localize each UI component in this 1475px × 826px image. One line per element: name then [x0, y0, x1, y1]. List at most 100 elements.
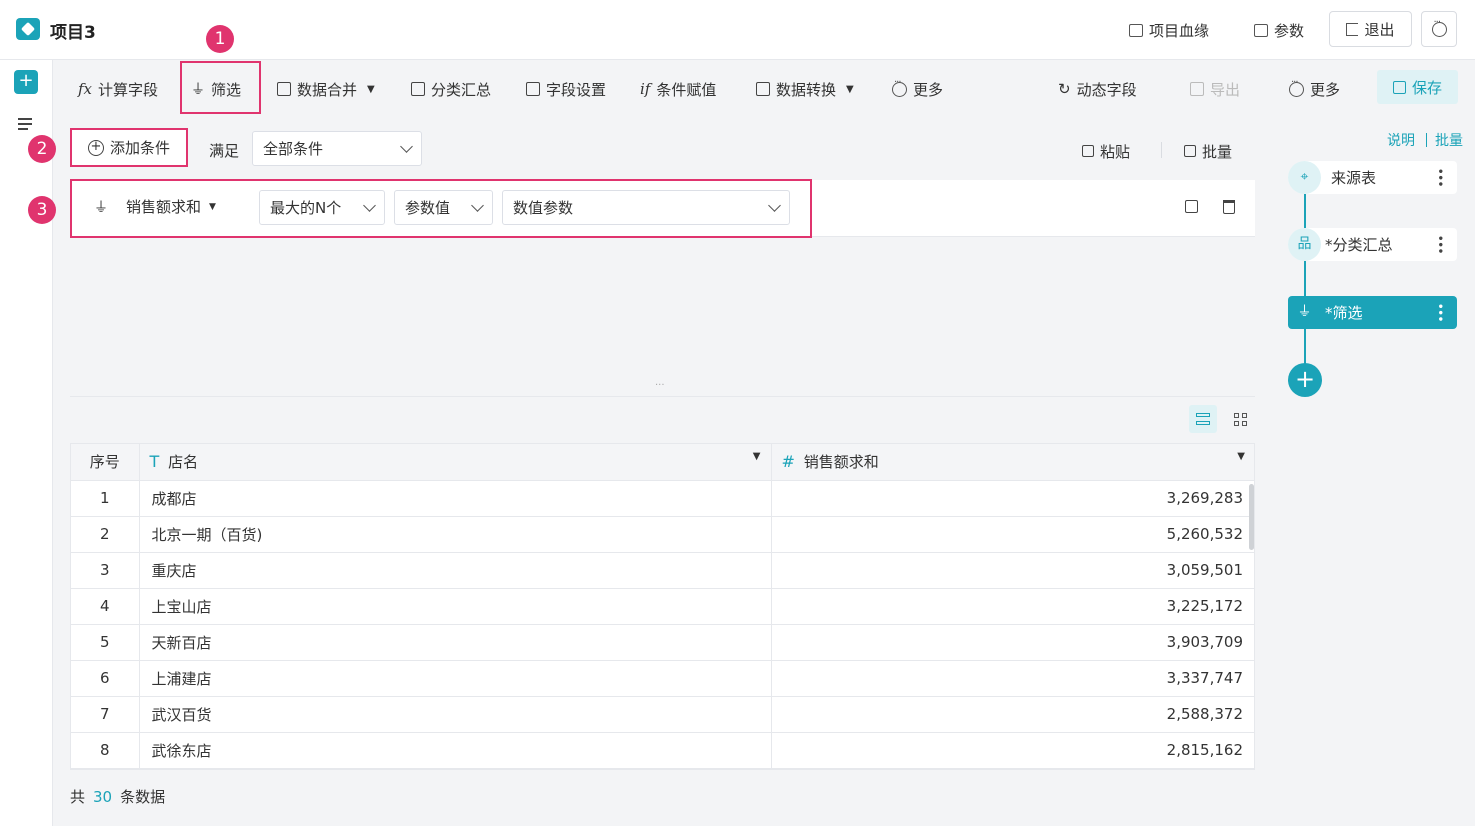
save-button[interactable]: 保存: [1377, 70, 1458, 104]
group-summary-button[interactable]: 分类汇总: [411, 78, 491, 100]
col-header-sales[interactable]: # 销售额求和 ▼: [771, 444, 1254, 481]
field-settings-button[interactable]: 字段设置: [526, 78, 606, 100]
grid-view-icon[interactable]: [1229, 405, 1253, 433]
table-row[interactable]: 7 武汉百货 2,588,372: [71, 696, 1254, 733]
transform-icon: [756, 82, 770, 96]
source-icon: ⌖: [1288, 161, 1321, 194]
data-table: 序号 T 店名 ▼ # 销售额求和 ▼ 1 成都店 3,269,283 2 北京一期（百…: [70, 443, 1255, 770]
batch-label: 批量: [1202, 142, 1233, 161]
flow-node-source[interactable]: ⌖ 来源表 •••: [1288, 161, 1457, 194]
toolbar-more2-button[interactable]: 更多: [1289, 77, 1341, 100]
exit-label: 退出: [1364, 20, 1395, 39]
kebab-icon[interactable]: •••: [1434, 168, 1445, 187]
record-count-value: 30: [93, 788, 113, 806]
params-label: 参数: [1274, 21, 1305, 40]
batch-link[interactable]: 批量: [1435, 130, 1463, 150]
flow-add-icon[interactable]: +: [1288, 363, 1322, 397]
condition-field-select[interactable]: ⏚ 销售额求和 ▼: [94, 196, 216, 217]
satisfy-value: 全部条件: [263, 140, 324, 158]
project-lineage-button[interactable]: 项目血缘: [1129, 15, 1209, 45]
text-type-icon: T: [149, 452, 160, 472]
sort-caret-icon[interactable]: ▼: [1237, 451, 1245, 462]
toolbar-more-button[interactable]: 更多: [892, 77, 943, 100]
value-type-select[interactable]: 参数值: [394, 190, 493, 225]
merge-button[interactable]: 数据合并 ▼: [277, 78, 375, 100]
dynamic-field-button[interactable]: ↻ 动态字段: [1058, 78, 1137, 100]
cell-store: 重庆店: [139, 552, 772, 589]
kebab-icon[interactable]: •••: [1434, 303, 1445, 322]
params-icon: [1254, 23, 1268, 37]
list-view-icon[interactable]: [1189, 405, 1217, 433]
chevron-down-icon: [768, 198, 781, 212]
record-count-prefix: 共: [70, 788, 86, 806]
filter-label: 筛选: [211, 80, 242, 99]
cell-store: 武徐东店: [139, 732, 772, 769]
table-row[interactable]: 4 上宝山店 3,225,172: [71, 588, 1254, 625]
filter-button[interactable]: ⏚ 筛选: [191, 78, 241, 100]
toolbar-more2-label: 更多: [1310, 80, 1341, 99]
cell-index: 5: [71, 624, 140, 661]
copy-icon[interactable]: [1185, 200, 1198, 213]
paste-button[interactable]: 粘贴: [1082, 140, 1130, 162]
operator-value: 最大的N个: [270, 199, 342, 217]
params-button[interactable]: 参数: [1254, 15, 1304, 45]
flow-node-group-summary[interactable]: 品 *分类汇总 •••: [1288, 228, 1457, 261]
cell-index: 2: [71, 516, 140, 553]
satisfy-label: 满足: [209, 142, 240, 160]
cell-store: 上宝山店: [139, 588, 772, 625]
merge-icon: [277, 82, 291, 96]
table-row[interactable]: 1 成都店 3,269,283: [71, 480, 1254, 517]
toolbar-divider: [1161, 142, 1162, 158]
trash-icon[interactable]: [1223, 200, 1235, 214]
operator-select[interactable]: 最大的N个: [259, 190, 385, 225]
table-row[interactable]: 6 上浦建店 3,337,747: [71, 660, 1254, 697]
badge-2: 2: [28, 135, 56, 163]
cell-store: 天新百店: [139, 624, 772, 661]
dynamic-field-label: 动态字段: [1076, 80, 1137, 99]
calc-field-button[interactable]: fx 计算字段: [78, 78, 158, 100]
export-button[interactable]: 导出: [1190, 78, 1240, 100]
param-value: 数值参数: [513, 199, 574, 217]
flow-node-filter[interactable]: ⏚ *筛选 •••: [1288, 296, 1457, 329]
table-header-row: 序号 T 店名 ▼ # 销售额求和 ▼: [71, 444, 1254, 481]
add-condition-label: 添加条件: [109, 139, 170, 157]
cell-index: 6: [71, 660, 140, 697]
explain-link[interactable]: 说明: [1387, 130, 1415, 150]
exit-button[interactable]: 退出: [1329, 11, 1412, 47]
cell-index: 1: [71, 480, 140, 517]
link-divider: [1426, 133, 1427, 147]
table-row[interactable]: 3 重庆店 3,059,501: [71, 552, 1254, 589]
rail-list-icon[interactable]: [18, 118, 34, 132]
satisfy-select[interactable]: 全部条件: [252, 131, 422, 166]
table-row[interactable]: 5 天新百店 3,903,709: [71, 624, 1254, 661]
col-header-sales-label: 销售额求和: [803, 453, 879, 472]
cell-index: 7: [71, 696, 140, 733]
batch-icon: [1184, 145, 1196, 157]
rail-add-icon[interactable]: +: [14, 70, 38, 94]
cell-store: 武汉百货: [139, 696, 772, 733]
merge-dropdown-icon: ▼: [367, 83, 375, 95]
cond-assign-button[interactable]: if 条件赋值: [640, 78, 716, 100]
header-more-button[interactable]: [1421, 11, 1457, 47]
cell-index: 3: [71, 552, 140, 589]
field-settings-label: 字段设置: [546, 80, 607, 99]
batch-button[interactable]: 批量: [1184, 140, 1232, 162]
param-select[interactable]: 数值参数: [502, 190, 790, 225]
cell-sales: 5,260,532: [771, 516, 1254, 553]
paste-icon: [1082, 145, 1094, 157]
transform-button[interactable]: 数据转换 ▼: [756, 78, 854, 100]
resize-handle-icon[interactable]: ···: [655, 380, 665, 391]
table-row[interactable]: 8 武徐东店 2,815,162: [71, 732, 1254, 769]
col-header-index[interactable]: 序号: [71, 444, 140, 481]
project-title: 项目3: [50, 23, 96, 43]
panel-divider: [70, 396, 1255, 397]
sort-caret-icon[interactable]: ▼: [753, 451, 761, 462]
kebab-icon[interactable]: •••: [1434, 235, 1445, 254]
flow-node-source-label: 来源表: [1331, 169, 1377, 187]
table-row[interactable]: 2 北京一期（百货) 5,260,532: [71, 516, 1254, 553]
cell-sales: 3,903,709: [771, 624, 1254, 661]
table-scrollbar[interactable]: [1249, 484, 1254, 550]
add-condition-button[interactable]: + 添加条件: [70, 128, 188, 167]
paste-label: 粘贴: [1100, 142, 1131, 161]
col-header-store[interactable]: T 店名 ▼: [139, 444, 772, 481]
